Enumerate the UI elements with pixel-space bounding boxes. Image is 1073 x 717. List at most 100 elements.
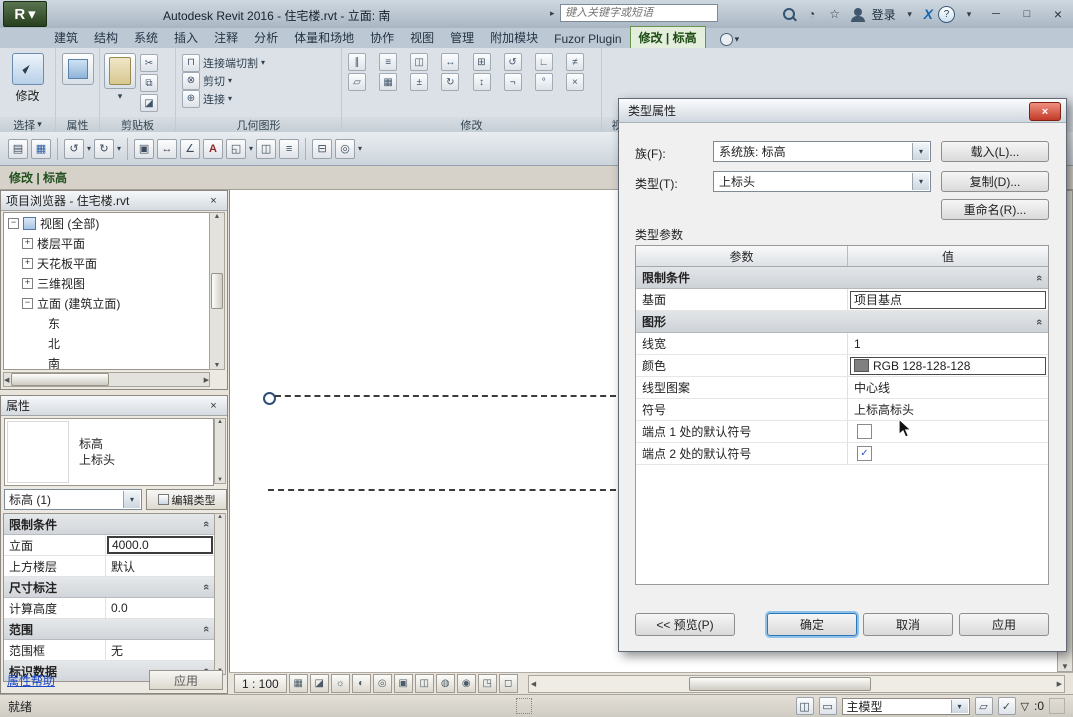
mirror-axis-icon[interactable]: ◫ [410,53,428,71]
color-value-field[interactable]: RGB 128-128-128 [850,357,1046,375]
design-options-icon[interactable]: ▭ [819,697,837,715]
property-row[interactable]: 计算高度0.0 [4,598,214,619]
align-icon[interactable]: ∥ [348,53,366,71]
scale-icon[interactable]: ± [410,73,428,91]
level-end-circle[interactable] [263,392,276,405]
unpin-icon[interactable]: ° [535,73,553,91]
analytical-model-icon[interactable]: ◻ [499,674,518,693]
tab-annotate[interactable]: 注释 [206,27,246,48]
panel-select-label[interactable]: 选择 [0,117,55,132]
properties-close-icon[interactable] [205,399,222,413]
scroll-left-icon[interactable] [529,680,536,688]
param-row[interactable]: 基面 项目基点 [636,289,1048,311]
group-collapse-icon[interactable]: « [1033,318,1045,324]
group-collapse-icon[interactable]: « [200,584,212,590]
endpoint1-checkbox[interactable] [857,424,872,439]
revit-app-menu-button[interactable]: R [3,1,47,27]
tab-insert[interactable]: 插入 [166,27,206,48]
cut-icon[interactable]: ✂ [140,54,158,72]
property-row[interactable]: 上方楼层默认 [4,556,214,577]
project-browser-close-icon[interactable] [205,194,222,208]
tab-addins[interactable]: 附加模块 [482,27,546,48]
preview-scrollbar[interactable] [214,418,226,484]
type-selector-caret-icon[interactable] [123,491,140,508]
tab-analyze[interactable]: 分析 [246,27,286,48]
close-button[interactable] [1045,4,1071,24]
minimize-button[interactable] [983,4,1009,24]
trim-icon[interactable]: ∟ [535,53,553,71]
level-line-2[interactable] [268,489,616,491]
tree-item-floor-plans[interactable]: +楼层平面 [4,233,209,253]
open-file-icon[interactable] [8,139,28,159]
shadows-icon[interactable]: ◐ [352,674,371,693]
rename-button[interactable]: 重命名(R)... [941,199,1049,220]
group-collapse-icon[interactable]: « [1033,274,1045,280]
extend-icon[interactable]: ↕ [473,73,491,91]
preview-button[interactable]: << 预览(P) [635,613,735,636]
exchange-search-icon[interactable] [780,5,798,23]
tab-view[interactable]: 视图 [402,27,442,48]
scrollbar-thumb[interactable] [11,373,109,386]
tree-item-views[interactable]: −视图 (全部) [4,213,209,233]
property-group-row[interactable]: 限制条件« [4,514,214,535]
detail-level-icon[interactable]: ▦ [289,674,308,693]
reveal-hidden-elements-icon[interactable]: ◉ [457,674,476,693]
copy-icon[interactable]: ⧉ [140,74,158,92]
text-note-icon[interactable] [203,139,223,159]
join-geometry-button[interactable]: ⊕连接 [182,90,335,107]
group-collapse-icon[interactable]: « [200,521,212,527]
filter-funnel-icon[interactable]: ▽ [1021,700,1029,713]
redo-dropdown-icon[interactable] [117,144,121,153]
dialog-close-button[interactable] [1029,102,1061,121]
group-collapse-icon[interactable]: « [200,626,212,632]
cope-button[interactable]: ⊓连接端切割 [182,54,335,71]
split-icon[interactable]: ≠ [566,53,584,71]
section-icon[interactable] [256,139,276,159]
favorites-star-icon[interactable] [826,5,844,23]
tree-item-east[interactable]: 东 [4,313,209,333]
param-row[interactable]: 端点 2 处的默认符号 [636,443,1048,465]
undo-icon[interactable] [64,139,84,159]
expand-icon[interactable]: + [22,238,33,249]
tree-item-north[interactable]: 北 [4,333,209,353]
delete-icon[interactable]: × [566,73,584,91]
base-value-field[interactable]: 项目基点 [850,291,1046,309]
canvas-horizontal-scrollbar[interactable] [528,675,1065,693]
match-type-icon[interactable]: ◪ [140,94,158,112]
param-row[interactable]: 端点 1 处的默认符号 [636,421,1048,443]
param-row[interactable]: 线宽 1 [636,333,1048,355]
rendering-icon[interactable]: ◎ [373,674,392,693]
browser-horizontal-scrollbar[interactable] [3,372,210,387]
tree-item-south[interactable]: 南 [4,353,209,370]
measure-icon[interactable] [157,139,177,159]
ribbon-display-toggle[interactable] [720,33,740,48]
properties-apply-button[interactable]: 应用 [149,670,223,690]
properties-scrollbar[interactable] [214,513,226,675]
sign-in-user-icon[interactable] [849,5,867,23]
offset-icon[interactable]: ≡ [379,53,397,71]
tab-architecture[interactable]: 建筑 [46,27,86,48]
move-icon[interactable]: ↔ [441,53,459,71]
scrollbar-thumb[interactable] [689,677,871,691]
param-row[interactable]: 颜色 RGB 128-128-128 [636,355,1048,377]
param-group-row[interactable]: 限制条件« [636,267,1048,289]
project-browser-titlebar[interactable]: 项目浏览器 - 住宅楼.rvt [1,191,227,211]
aligned-dimension-icon[interactable] [180,139,200,159]
param-group-row[interactable]: 图形« [636,311,1048,333]
properties-titlebar[interactable]: 属性 [1,396,227,416]
visual-style-icon[interactable]: ◪ [310,674,329,693]
help-caret-icon[interactable] [960,5,978,23]
search-input[interactable] [560,4,718,22]
properties-help-link[interactable]: 属性帮助 [7,672,55,689]
sun-path-icon[interactable]: ☼ [331,674,350,693]
property-row[interactable]: 立面4000.0 [4,535,214,556]
scale-button[interactable]: 1 : 100 [234,674,287,693]
switch-windows-icon[interactable]: ◎ [335,139,355,159]
communication-center-icon[interactable]: ◔ [803,5,821,23]
3d-view-dropdown-icon[interactable] [249,144,253,153]
rotate2-icon[interactable]: ↻ [441,73,459,91]
dialog-titlebar[interactable]: 类型属性 [619,99,1066,123]
tree-item-ceiling-plans[interactable]: +天花板平面 [4,253,209,273]
properties-toggle-button[interactable] [56,48,99,85]
ok-button[interactable]: 确定 [767,613,857,636]
